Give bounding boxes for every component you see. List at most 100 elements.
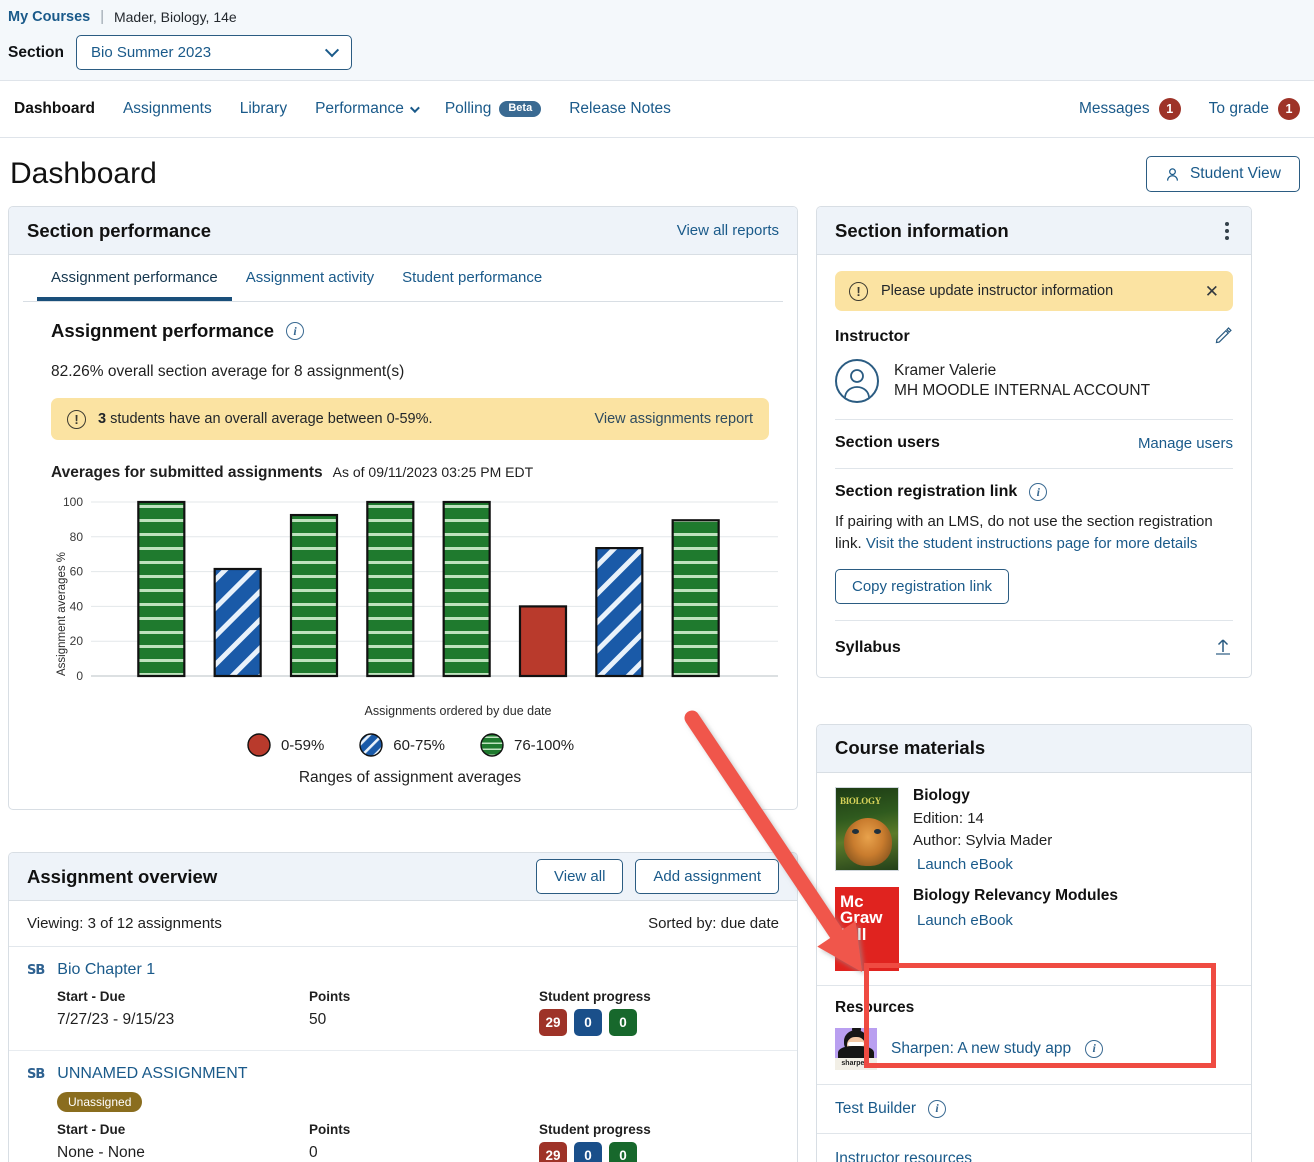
tab-polling-label: Polling [444, 100, 492, 117]
nav-right: Messages 1 To grade 1 [1079, 98, 1300, 120]
breadcrumb: My Courses | Mader, Biology, 14e [0, 5, 1314, 25]
subtab-student-performance[interactable]: Student performance [388, 269, 556, 301]
info-icon[interactable]: i [1029, 483, 1048, 501]
chart-ylabel: Assignment averages % [56, 552, 68, 676]
viewing-count: Viewing: 3 of 12 assignments [27, 915, 222, 932]
list-item: Mc Graw Hill Biology Relevancy Modules Lau… [817, 873, 1251, 985]
chart-bar[interactable] [137, 500, 186, 678]
legend-item-0: 0-59% [246, 732, 324, 758]
chart-bar[interactable] [518, 605, 568, 678]
avatar [835, 359, 879, 403]
points-value: 50 [309, 1011, 327, 1028]
section-information-body: ! Please update instructor information ✕… [817, 255, 1251, 677]
tab-performance[interactable]: Performance [315, 100, 420, 118]
to-grade-link[interactable]: To grade 1 [1209, 98, 1300, 120]
messages-link[interactable]: Messages 1 [1079, 98, 1181, 120]
breadcrumb-my-courses[interactable]: My Courses [8, 9, 90, 25]
test-builder-link[interactable]: Test Builder [835, 1100, 916, 1118]
tab-dashboard[interactable]: Dashboard [14, 100, 95, 118]
instructor-section: Instructor Kramer Valerie MH MOODLE INTE… [835, 311, 1233, 403]
view-all-button[interactable]: View all [536, 859, 624, 894]
legend-caption: Ranges of assignment averages [298, 769, 522, 786]
page-title: Dashboard [10, 157, 157, 190]
assignment-overview-card: Assignment overview View all Add assignm… [8, 852, 798, 1162]
legend-label-0: 0-59% [280, 736, 325, 754]
chart-bar[interactable] [213, 567, 262, 678]
breadcrumb-separator: | [100, 9, 104, 25]
instructor-account: MH MOODLE INTERNAL ACCOUNT [894, 382, 1151, 399]
section-information-title: Section information [835, 219, 1009, 241]
assignment-name-link[interactable]: Bio Chapter 1 [57, 961, 155, 979]
course-material-info: Biology Edition: 14 Author: Sylvia Mader… [913, 787, 1052, 873]
messages-label: Messages [1079, 100, 1150, 117]
launch-ebook-link[interactable]: Launch eBook [917, 856, 1052, 873]
biology-book-cover-icon: BIOLOGY [835, 786, 899, 871]
student-view-button[interactable]: Student View [1145, 156, 1300, 192]
chart-bar[interactable] [289, 513, 339, 678]
assignment-overview-title: Assignment overview [27, 865, 218, 887]
assignment-overview-actions: View all Add assignment [536, 859, 779, 894]
sb-icon: SB [27, 1066, 45, 1082]
student-instructions-link[interactable]: Visit the student instructions page for … [866, 535, 1198, 552]
view-all-reports-link[interactable]: View all reports [677, 222, 779, 239]
instructor-info-notice: ! Please update instructor information ✕ [835, 271, 1233, 311]
assignment-title-row: SB Bio Chapter 1 [27, 961, 779, 979]
instructor-resources-row: Instructor resources [817, 1132, 1251, 1162]
chart-bar[interactable] [595, 547, 644, 678]
tab-polling[interactable]: Polling Beta [444, 100, 542, 118]
info-icon[interactable]: i [927, 1099, 946, 1118]
breadcrumb-current: Mader, Biology, 14e [113, 9, 237, 25]
alert-text: 3 students have an overall average betwe… [98, 411, 433, 427]
view-assignments-report-link[interactable]: View assignments report [594, 411, 753, 427]
subtab-assignment-performance[interactable]: Assignment performance [37, 269, 232, 301]
add-assignment-button[interactable]: Add assignment [635, 859, 779, 894]
start-due-header: Start - Due [57, 989, 126, 1004]
performance-summary: 82.26% overall section average for 8 ass… [51, 363, 405, 380]
legend-item-1: 60-75% [358, 732, 445, 758]
edit-pencil-icon[interactable] [1214, 325, 1233, 349]
close-icon[interactable]: ✕ [1205, 283, 1219, 300]
tab-library[interactable]: Library [240, 100, 287, 118]
content-columns: Section performance View all reports Ass… [0, 206, 1314, 1162]
progress-chip-red[interactable]: 29 [539, 1009, 567, 1036]
progress-chip-blue[interactable]: 0 [574, 1142, 602, 1162]
chart-bar[interactable] [442, 500, 491, 678]
section-select[interactable]: Bio Summer 2023 [75, 35, 352, 70]
beta-badge: Beta [499, 101, 542, 117]
launch-ebook-link[interactable]: Launch eBook [917, 912, 1118, 929]
subtab-assignment-activity[interactable]: Assignment activity [232, 269, 388, 301]
progress-chip-blue[interactable]: 0 [574, 1009, 602, 1036]
start-due-col: Start - Due 7/27/23 - 9/15/23 [57, 989, 309, 1036]
resources-heading: Resources [835, 998, 915, 1016]
start-due-header: Start - Due [57, 1122, 126, 1137]
chart-bar[interactable] [671, 519, 720, 678]
chevron-down-icon [409, 102, 420, 113]
left-column: Section performance View all reports Ass… [8, 206, 798, 1162]
section-label: Section [8, 43, 64, 61]
upload-icon[interactable] [1213, 636, 1233, 661]
instructor-resources-link[interactable]: Instructor resources [835, 1150, 972, 1162]
section-information-card: Section information ! Please update inst… [816, 206, 1252, 678]
assignment-name-link[interactable]: UNNAMED ASSIGNMENT [57, 1065, 247, 1083]
section-performance-card: Section performance View all reports Ass… [8, 206, 798, 810]
tab-release-notes[interactable]: Release Notes [569, 100, 671, 118]
info-icon[interactable]: i [1085, 1039, 1104, 1058]
progress-chip-red[interactable]: 29 [539, 1142, 567, 1162]
info-icon[interactable]: i [286, 322, 305, 340]
nav-items: Dashboard Assignments Library Performanc… [14, 100, 671, 118]
instructor-text: Kramer Valerie MH MOODLE INTERNAL ACCOUN… [894, 362, 1150, 400]
progress-chips: 29 0 0 [539, 1009, 651, 1036]
sharpen-link[interactable]: Sharpen: A new study app [891, 1040, 1071, 1058]
manage-users-link[interactable]: Manage users [1138, 435, 1233, 452]
course-materials-header: Course materials [817, 724, 1251, 773]
more-options-icon[interactable] [1221, 218, 1233, 244]
tab-assignments[interactable]: Assignments [123, 100, 212, 118]
copy-registration-link-button[interactable]: Copy registration link [835, 568, 1010, 604]
course-materials-card: Course materials BIOLOGY Biology Edition… [816, 723, 1252, 1162]
progress-chip-green[interactable]: 0 [609, 1009, 637, 1036]
syllabus-row: Syllabus [835, 621, 1233, 677]
progress-chip-green[interactable]: 0 [609, 1142, 637, 1162]
performance-body: Assignment performance i 82.26% overall … [9, 302, 797, 809]
right-column: Section information ! Please update inst… [816, 206, 1252, 1162]
chart-bar[interactable] [366, 500, 415, 678]
